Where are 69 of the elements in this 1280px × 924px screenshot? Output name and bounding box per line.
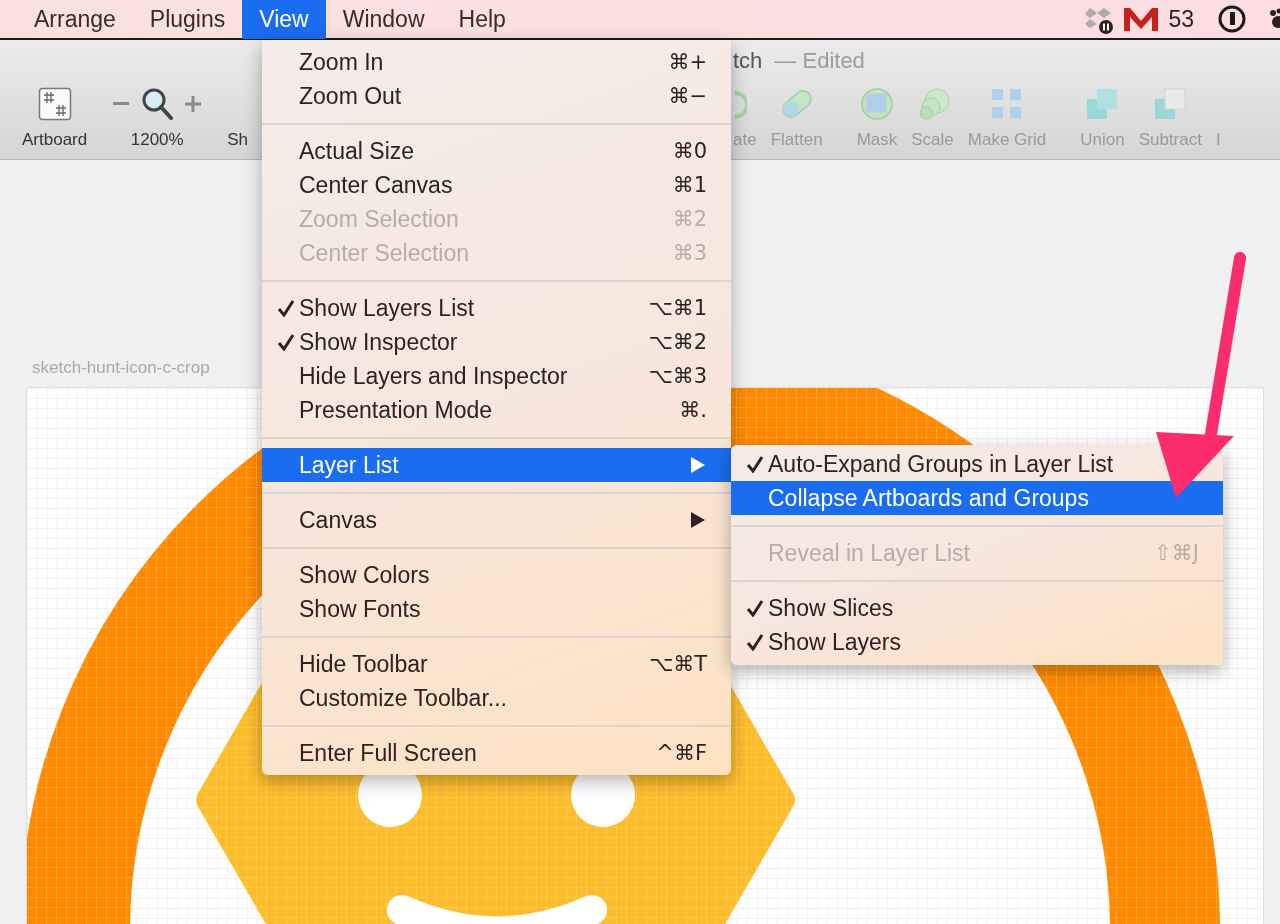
shortcut-text: ⌘+ [667,50,707,74]
checkmark-icon [277,333,295,351]
shortcut-text: ⌘3 [671,241,707,265]
shortcut-text: ⌥⌘1 [647,296,707,320]
menu-item[interactable]: Zoom In ⌘+ [262,45,731,79]
menu-item[interactable]: Collapse Artboards and Groups [731,481,1223,515]
toolbar-label: Sh [227,130,248,150]
toolbar-label: I [1215,130,1221,150]
toolbar-label: ate [733,130,757,150]
menu-item[interactable]: Hide Toolbar ⌥⌘T [262,647,731,681]
menu-bar-item[interactable]: Window [325,0,442,39]
menu-item[interactable]: Zoom Out ⌘− [262,79,731,113]
menu-item[interactable]: Show Layers List ⌥⌘1 [262,291,731,325]
menu-bar-item[interactable]: Help [441,0,523,39]
toolbar-button[interactable]: Sh [227,86,248,150]
toolbar-label: Artboard [22,130,88,150]
shortcut-text: ⌘. [678,398,707,422]
edited-status: — Edited [774,48,865,74]
toolbar-label: Union [1080,130,1125,150]
artboard-icon [37,87,72,121]
checkmark-icon [277,299,295,317]
zoom-control[interactable]: 1200% [113,86,202,150]
menu-item[interactable]: Canvas [262,503,731,537]
menu-item[interactable]: Auto-Expand Groups in Layer List [731,447,1223,481]
plus-icon [185,96,202,112]
menu-bar-item[interactable]: Arrange [17,0,133,39]
menu-bar-item[interactable]: View [242,0,326,39]
window-title: tch [733,48,763,74]
menu-item[interactable]: Hide Layers and Inspector ⌥⌘3 [262,359,731,393]
menu-item[interactable]: Layer List [262,448,731,482]
menu-item[interactable]: Show Layers [731,625,1223,659]
menu-item[interactable]: Actual Size ⌘0 [262,134,731,168]
menu-item[interactable]: Show Inspector ⌥⌘2 [262,325,731,359]
toolbar-label: Scale [911,130,954,150]
unread-count: 53 [1168,5,1194,33]
squares-icon [1085,87,1120,121]
shortcut-text: ⌥⌘3 [647,364,707,388]
shortcut-text: ⇧⌘J [1153,541,1199,565]
toolbar-label: Make Grid [967,130,1047,150]
shortcut-text: ⌘1 [671,173,707,197]
shortcut-text: ⌥⌘2 [647,330,707,354]
menu-item[interactable]: Presentation Mode ⌘. [262,393,731,427]
grid-icon [990,87,1024,121]
menu-item[interactable]: Show Colors [262,558,731,592]
shortcut-text: ⌥⌘T [647,652,707,676]
toolbar-button[interactable]: Artboard [22,86,88,150]
checkmark-icon [746,455,764,473]
shortcut-text: ⌘2 [671,207,707,231]
toolbar-label: Flatten [770,130,823,150]
menu-item[interactable]: Enter Full Screen ^⌘F [262,736,731,770]
toolbar-label: Subtract [1138,130,1202,150]
toolbar-label: Mask [856,130,898,150]
menu-item[interactable]: Customize Toolbar... [262,681,731,715]
mail-icon [1122,6,1161,32]
minus-icon [113,102,130,106]
shortcut-text: ⌘− [667,84,707,108]
menu-item[interactable]: Show Slices [731,591,1223,625]
menu-bar-item[interactable]: Plugins [132,0,243,39]
shortcut-text: ^⌘F [655,741,707,765]
checkmark-icon [746,633,764,651]
shortcut-text: ⌘0 [671,139,707,163]
search-icon [141,87,174,121]
squares-icon [1153,87,1188,121]
menu-item[interactable]: Show Fonts [262,592,731,626]
menu-item[interactable]: Center Canvas ⌘1 [262,168,731,202]
key-circle-icon [1218,5,1246,33]
artboard-name: sketch-hunt-icon-c-crop [32,358,210,379]
checkmark-icon [746,599,764,617]
toolbar-label: 1200% [130,130,184,150]
